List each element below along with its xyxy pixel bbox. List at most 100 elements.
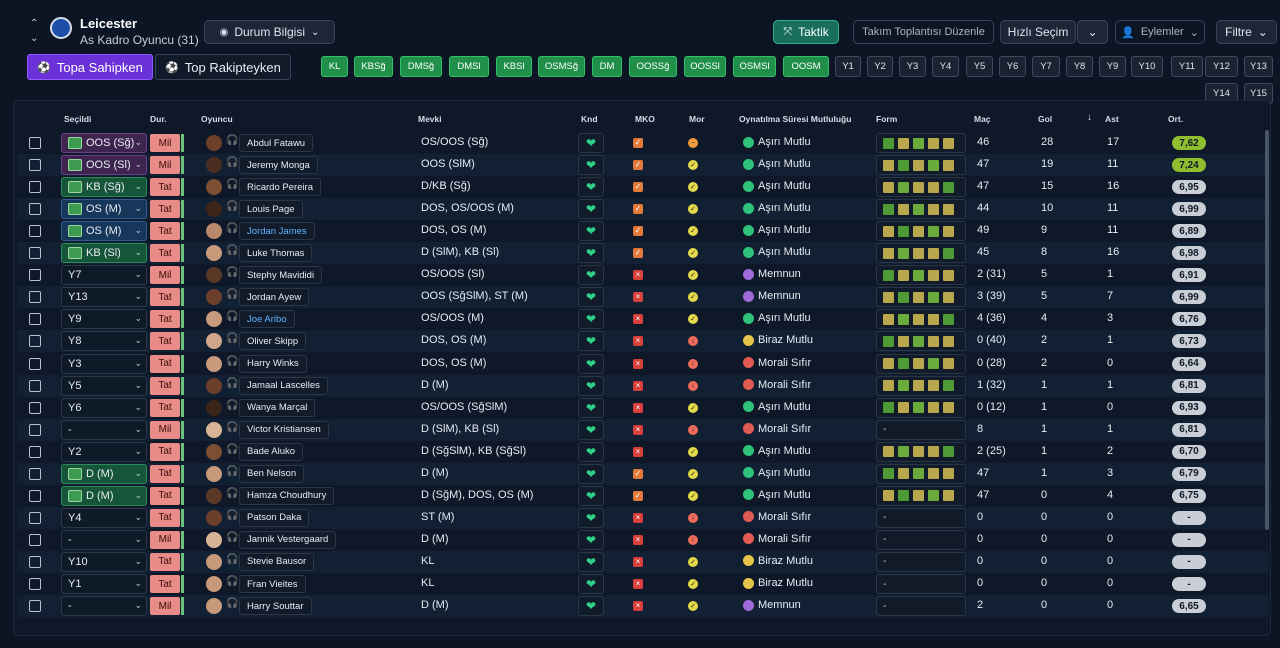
col-assists[interactable]: Ast — [1105, 114, 1119, 124]
player-name[interactable]: Hamza Choudhury — [239, 486, 335, 505]
table-row[interactable]: Y3 ⌄ Tat 🎧 Harry Winks DOS, OS (M) ❤ × ↓ Morali S… — [17, 353, 1269, 375]
row-checkbox[interactable] — [29, 203, 41, 216]
position-filter-pill[interactable]: OSMSl — [733, 56, 776, 77]
row-checkbox[interactable] — [29, 489, 41, 502]
selection-dropdown[interactable]: OOS (Sl) ⌄ — [61, 155, 147, 176]
status-badge[interactable]: Mil — [150, 530, 184, 549]
status-badge[interactable]: Mil — [150, 266, 184, 285]
heart-icon[interactable]: ❤ — [578, 375, 604, 396]
row-checkbox[interactable] — [29, 269, 41, 282]
row-checkbox[interactable] — [29, 401, 41, 414]
status-badge[interactable]: Tat — [150, 332, 184, 351]
player-name[interactable]: Jannik Vestergaard — [239, 530, 337, 549]
row-checkbox[interactable] — [29, 181, 41, 194]
player-name[interactable]: Jeremy Monga — [239, 156, 318, 175]
selection-dropdown[interactable]: - ⌄ — [61, 596, 147, 617]
heart-icon[interactable]: ❤ — [578, 331, 604, 352]
table-row[interactable]: D (M) ⌄ Tat 🎧 Ben Nelson D (M) ❤ ✓ ✓ Aşırı Mutlu 4… — [17, 462, 1269, 485]
status-badge[interactable]: Tat — [150, 244, 184, 263]
status-badge[interactable]: Tat — [150, 354, 184, 373]
selection-dropdown[interactable]: Y13 ⌄ — [61, 287, 147, 308]
player-name[interactable]: Ben Nelson — [239, 464, 305, 483]
position-filter-pill[interactable]: OOSSl — [684, 56, 726, 77]
col-mor[interactable]: Mor — [689, 114, 705, 124]
player-name[interactable]: Luke Thomas — [239, 244, 313, 263]
row-checkbox[interactable] — [29, 379, 41, 392]
heart-icon[interactable]: ❤ — [578, 177, 604, 198]
position-filter-pill[interactable]: DM — [592, 56, 622, 77]
table-row[interactable]: OOS (Sl) ⌄ Mil 🎧 Jeremy Monga OOS (SlM) ❤ ✓ ✓ Aşı… — [17, 154, 1269, 177]
table-row[interactable]: Y5 ⌄ Tat 🎧 Jamaal Lascelles D (M) ❤ × ↓ Morali Sı… — [17, 374, 1269, 397]
col-apps[interactable]: Maç — [974, 114, 991, 124]
player-name[interactable]: Joe Aribo — [239, 310, 295, 329]
position-filter-pill[interactable]: KBSğ — [354, 56, 393, 77]
status-badge[interactable]: Tat — [150, 575, 184, 593]
row-checkbox[interactable] — [29, 247, 41, 260]
status-badge[interactable]: Tat — [150, 288, 184, 307]
status-badge[interactable]: Tat — [150, 178, 184, 197]
selection-dropdown[interactable]: - ⌄ — [61, 419, 147, 440]
position-filter-pill[interactable]: Y5 — [966, 56, 993, 77]
selection-dropdown[interactable]: - ⌄ — [61, 529, 147, 550]
status-badge[interactable]: Tat — [150, 464, 184, 483]
position-filter-pill[interactable]: Y4 — [932, 56, 959, 77]
selection-dropdown[interactable]: Y2 ⌄ — [61, 441, 147, 462]
row-checkbox[interactable] — [29, 313, 41, 326]
col-mko[interactable]: MKO — [635, 114, 655, 124]
player-name[interactable]: Harry Winks — [239, 354, 307, 373]
heart-icon[interactable]: ❤ — [578, 574, 604, 594]
table-row[interactable]: Y7 ⌄ Mil 🎧 Stephy Mavididi OS/OOS (Sl) ❤ × ✓ Memn… — [17, 264, 1269, 286]
position-filter-pill[interactable]: Y8 — [1066, 56, 1093, 77]
col-dur[interactable]: Dur. — [150, 114, 167, 124]
table-row[interactable]: KB (Sğ) ⌄ Tat 🎧 Ricardo Pereira D/KB (Sğ) ❤ ✓ ✓ A… — [17, 176, 1269, 198]
heart-icon[interactable]: ❤ — [578, 419, 604, 440]
heart-icon[interactable]: ❤ — [578, 485, 604, 506]
player-name[interactable]: Jordan Ayew — [239, 288, 310, 307]
table-row[interactable]: - ⌄ Mil 🎧 Harry Souttar D (M) ❤ × ✓ Memnun -2 0 0 6,6… — [17, 595, 1269, 618]
position-filter-pill[interactable]: Y7 — [1032, 56, 1060, 77]
selection-dropdown[interactable]: Y3 ⌄ — [61, 353, 147, 374]
status-badge[interactable]: Tat — [150, 442, 184, 461]
status-badge[interactable]: Tat — [150, 200, 184, 219]
table-row[interactable]: OOS (Sğ) ⌄ Mil 🎧 Abdul Fatawu OS/OOS (Sğ) ❤ ✓ − A… — [17, 132, 1269, 154]
player-name[interactable]: Stevie Bausor — [239, 552, 315, 571]
selection-dropdown[interactable]: D (M) ⌄ — [61, 485, 147, 506]
row-checkbox[interactable] — [29, 137, 41, 149]
position-filter-pill[interactable]: DMSl — [449, 56, 489, 77]
row-checkbox[interactable] — [29, 291, 41, 304]
heart-icon[interactable]: ❤ — [578, 133, 604, 153]
heart-icon[interactable]: ❤ — [578, 309, 604, 330]
row-checkbox[interactable] — [29, 423, 41, 436]
col-playtime[interactable]: Oynatılma Süresi Mutluluğu — [739, 114, 851, 124]
scrollbar[interactable] — [1265, 130, 1269, 530]
chevron-up-icon[interactable]: ⌃ — [30, 19, 38, 29]
table-row[interactable]: D (M) ⌄ Tat 🎧 Hamza Choudhury D (SğM), DOS, O… — [17, 485, 1269, 507]
selection-dropdown[interactable]: OS (M) ⌄ — [61, 199, 147, 220]
row-checkbox[interactable] — [29, 225, 41, 238]
heart-icon[interactable]: ❤ — [578, 353, 604, 374]
position-filter-pill[interactable]: Y10 — [1131, 56, 1163, 77]
heart-icon[interactable]: ❤ — [578, 507, 604, 528]
heart-icon[interactable]: ❤ — [578, 529, 604, 550]
table-row[interactable]: Y13 ⌄ Tat 🎧 Jordan Ayew OOS (SğSlM), ST (M) ❤ ×… — [17, 286, 1269, 309]
row-checkbox[interactable] — [29, 555, 41, 568]
player-name[interactable]: Wanya Marçal — [239, 398, 316, 417]
status-badge[interactable]: Tat — [150, 486, 184, 505]
status-badge[interactable]: Tat — [150, 398, 184, 417]
table-row[interactable]: Y9 ⌄ Tat 🎧 Joe Aribo OS/OOS (M) ❤ × ✓ Aşırı Mutlu… — [17, 308, 1269, 330]
status-badge[interactable]: Mil — [150, 156, 184, 175]
position-filter-pill[interactable]: OOSSğ — [629, 56, 677, 77]
col-position[interactable]: Mevki — [418, 114, 442, 124]
position-filter-pill[interactable]: OSMSğ — [538, 56, 585, 77]
heart-icon[interactable]: ❤ — [578, 596, 604, 617]
row-checkbox[interactable] — [29, 357, 41, 370]
col-player[interactable]: Oyuncu — [201, 114, 233, 124]
heart-icon[interactable]: ❤ — [578, 199, 604, 220]
status-badge[interactable]: Tat — [150, 552, 184, 571]
possession-toggle[interactable]: ⚽ Topa Sahipken — [27, 54, 153, 80]
row-checkbox[interactable] — [29, 578, 41, 590]
selection-dropdown[interactable]: Y9 ⌄ — [61, 309, 147, 330]
player-name[interactable]: Victor Kristiansen — [239, 420, 329, 439]
row-checkbox[interactable] — [29, 533, 41, 546]
heart-icon[interactable]: ❤ — [578, 243, 604, 264]
